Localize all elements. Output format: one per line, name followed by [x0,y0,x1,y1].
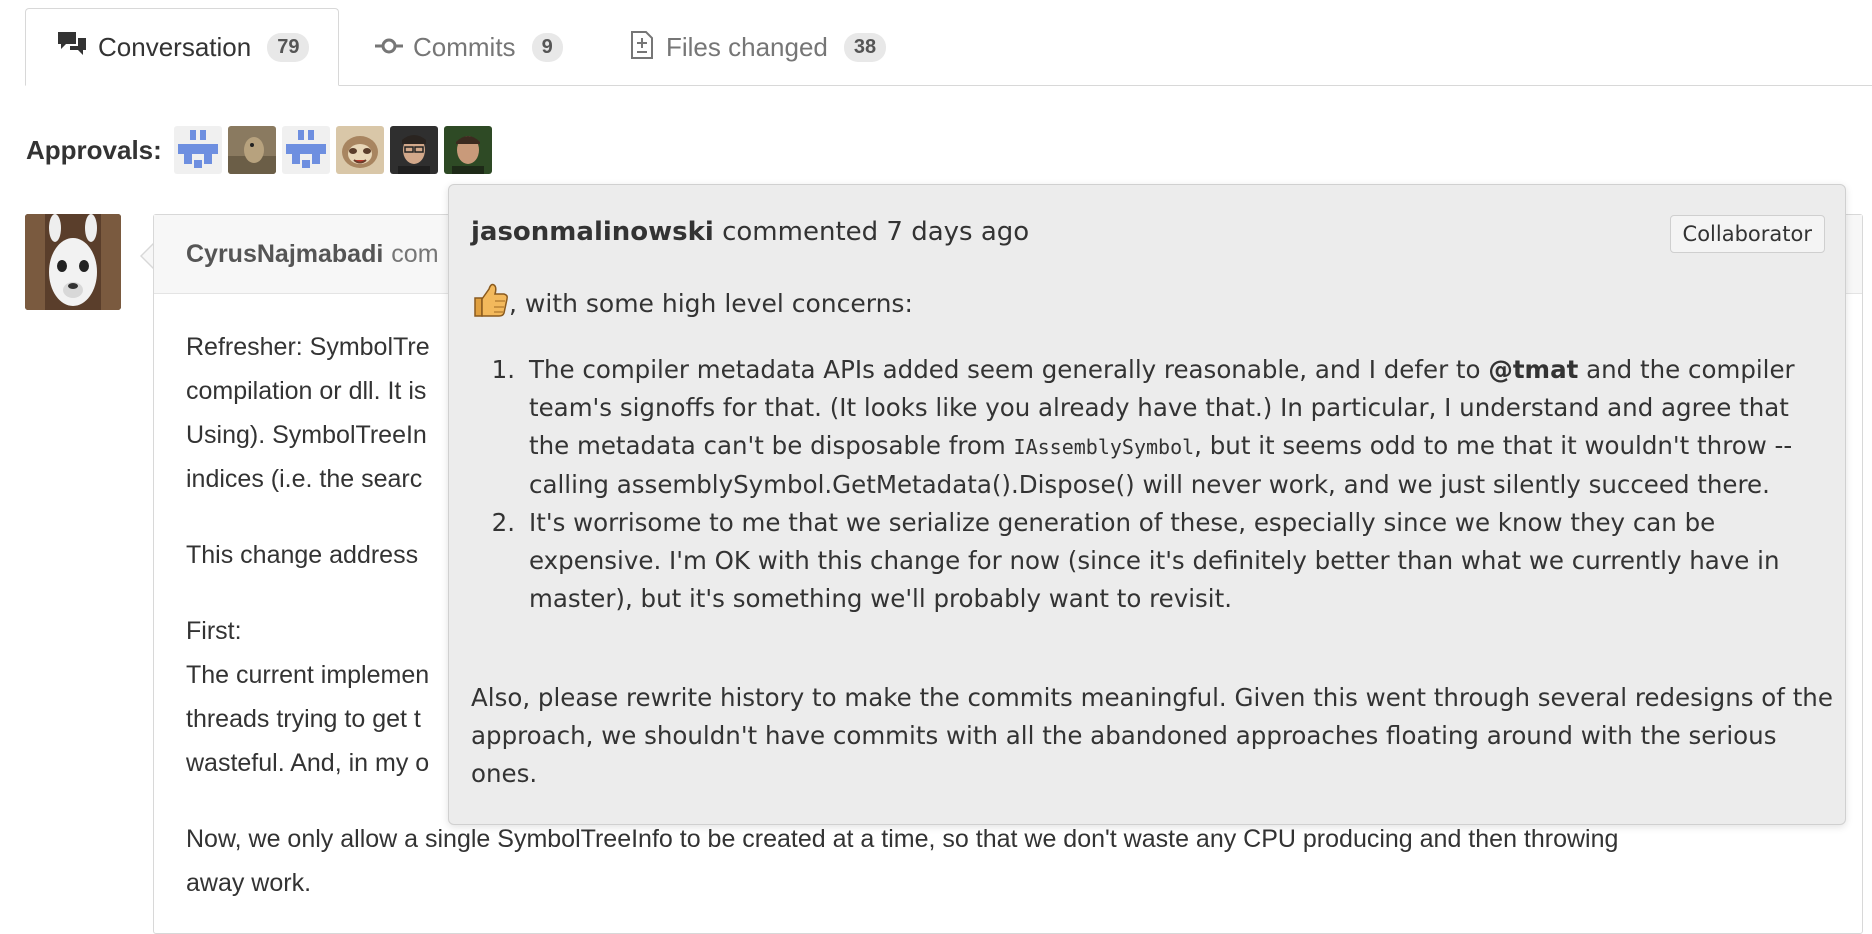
comment-text-line: Using). SymbolTreeIn [186,421,427,449]
approvals-row: Approvals: [26,126,492,174]
list-item-text: The compiler metadata APIs added seem ge… [529,351,1831,504]
list-item-number: 2. [491,508,515,537]
comment-text-line: indices (i.e. the searc [186,465,423,493]
comment-author-avatar[interactable] [25,214,121,310]
comment-discussion-icon [56,30,98,65]
tab-commits-label: Commits [413,31,516,62]
comment-text-line: This change address [186,541,419,569]
collaborator-badge: Collaborator [1669,215,1825,253]
approver-avatar[interactable] [173,126,222,174]
user-mention[interactable]: @tmat [1488,355,1578,384]
popover-closing-paragraph: Also, please rewrite history to make the… [471,683,1833,788]
popover-author[interactable]: jasonmalinowski [471,217,714,247]
git-commit-icon [375,32,413,63]
comment-text-line: away work. [186,869,312,897]
tab-conversation[interactable]: Conversation 79 [25,8,339,86]
comment-text-line: Refresher: SymbolTre [186,333,430,361]
thumbs-up-icon [471,281,509,325]
comment-text-line: wasteful. And, in my o [186,749,430,777]
tab-files-changed-label: Files changed [666,31,828,62]
tab-commits-count: 9 [531,32,563,62]
list-item: 1. The compiler metadata APIs added seem… [471,351,1831,504]
list-item-text: It's worrisome to me that we serialize g… [529,508,1780,613]
comment-text-line: compilation or dll. It is [186,377,427,405]
comment-author[interactable]: CyrusNajmabadi [186,240,383,269]
tab-commits[interactable]: Commits 9 [375,8,563,86]
tab-files-changed[interactable]: Files changed 38 [630,8,887,86]
comment-preview-popover: jasonmalinowski commented 7 days ago Col… [448,184,1846,825]
list-item-number: 1. [491,355,515,384]
popover-intro-text: , with some high level concerns: [509,288,913,318]
approver-avatar[interactable] [227,126,276,174]
popover-action: commented 7 days ago [722,217,1030,247]
comment-text-line: The current implemen [186,661,430,689]
popover-header: jasonmalinowski commented 7 days ago [471,217,1029,247]
comment-text-line: threads trying to get t [186,705,421,733]
list-item-text-part: The compiler metadata APIs added seem ge… [529,355,1489,384]
approvals-label: Approvals: [26,134,162,165]
tab-conversation-count: 79 [267,32,310,62]
approver-avatar[interactable] [281,126,330,174]
file-diff-icon [630,28,666,67]
popover-intro: , with some high level concerns: [471,281,913,325]
approver-avatar[interactable] [443,126,492,174]
tab-files-changed-count: 38 [843,32,887,62]
comment-action: com [391,239,439,268]
inline-code: IAssemblySymbol [1013,435,1195,459]
comment-text-line: First: [186,617,242,645]
tab-conversation-label: Conversation [98,31,252,62]
tab-bar: Conversation 79 Commits 9 Files changed … [0,0,1872,86]
approver-avatar[interactable] [389,126,438,174]
approver-avatar[interactable] [335,126,384,174]
list-item: 2. It's worrisome to me that we serializ… [471,504,1831,618]
concerns-list: 1. The compiler metadata APIs added seem… [471,351,1831,618]
